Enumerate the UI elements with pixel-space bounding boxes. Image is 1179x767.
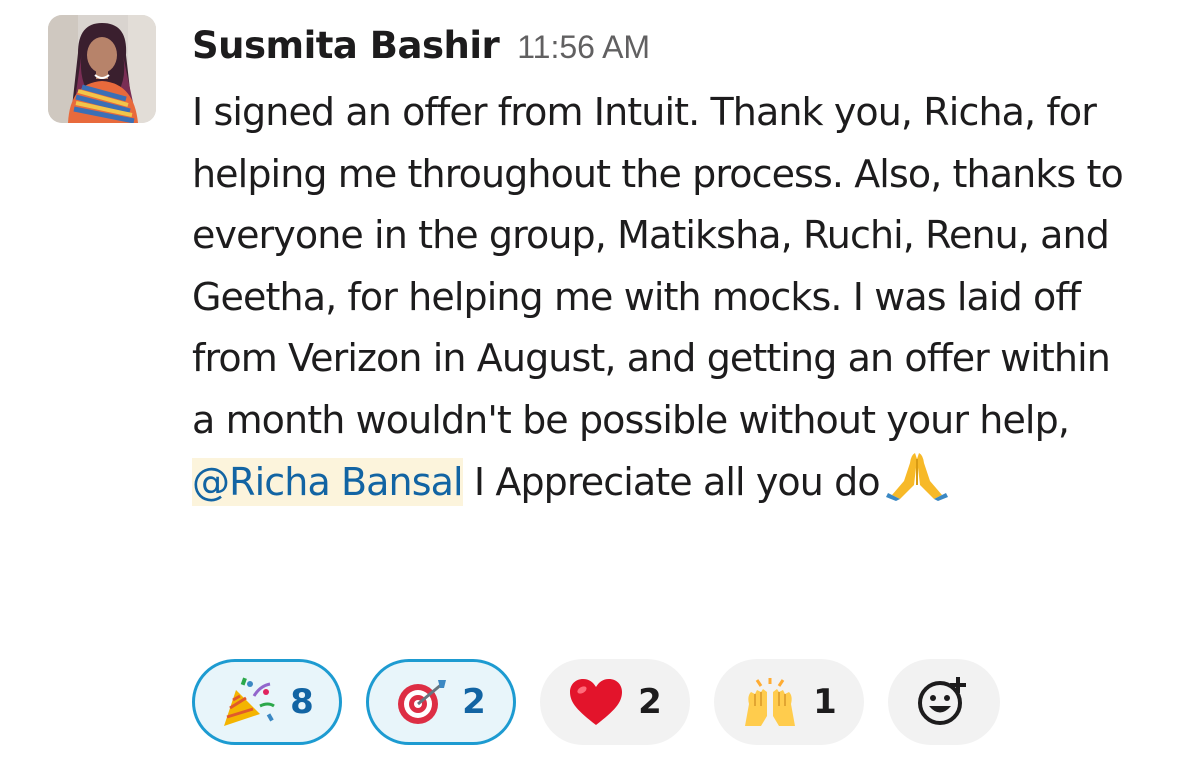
- message-text-end: I Appreciate all you do: [462, 460, 881, 504]
- red-heart-icon: [568, 677, 624, 727]
- direct-hit-icon: [396, 678, 448, 726]
- reaction-count: 2: [462, 682, 486, 722]
- party-popper-icon: [220, 676, 276, 728]
- message-header: Susmita Bashir 11:56 AM: [192, 18, 650, 78]
- user-photo-icon: [48, 15, 156, 123]
- reaction-count: 2: [638, 682, 662, 722]
- reaction-raising-hands[interactable]: 1: [714, 659, 864, 745]
- message-text: I signed an offer from Intuit. Thank you…: [192, 90, 1124, 442]
- reaction-red-heart[interactable]: 2: [540, 659, 690, 745]
- message-body: I signed an offer from Intuit. Thank you…: [192, 82, 1132, 520]
- chat-message: Susmita Bashir 11:56 AM I signed an offer…: [0, 0, 1179, 767]
- folded-hands-icon: [885, 451, 948, 520]
- author-name[interactable]: Susmita Bashir: [192, 24, 500, 67]
- user-mention[interactable]: @Richa Bansal: [192, 458, 464, 506]
- reaction-direct-hit[interactable]: 2: [366, 659, 516, 745]
- reaction-party-popper[interactable]: 8: [192, 659, 342, 745]
- avatar[interactable]: [48, 15, 156, 123]
- reactions-bar: 8 2 2 1: [192, 656, 1000, 748]
- reaction-count: 1: [813, 682, 837, 722]
- add-reaction-icon: [916, 673, 972, 731]
- add-reaction-button[interactable]: [888, 659, 1000, 745]
- raising-hands-icon: [741, 676, 799, 728]
- message-timestamp[interactable]: 11:56 AM: [517, 29, 650, 65]
- reaction-count: 8: [290, 682, 314, 722]
